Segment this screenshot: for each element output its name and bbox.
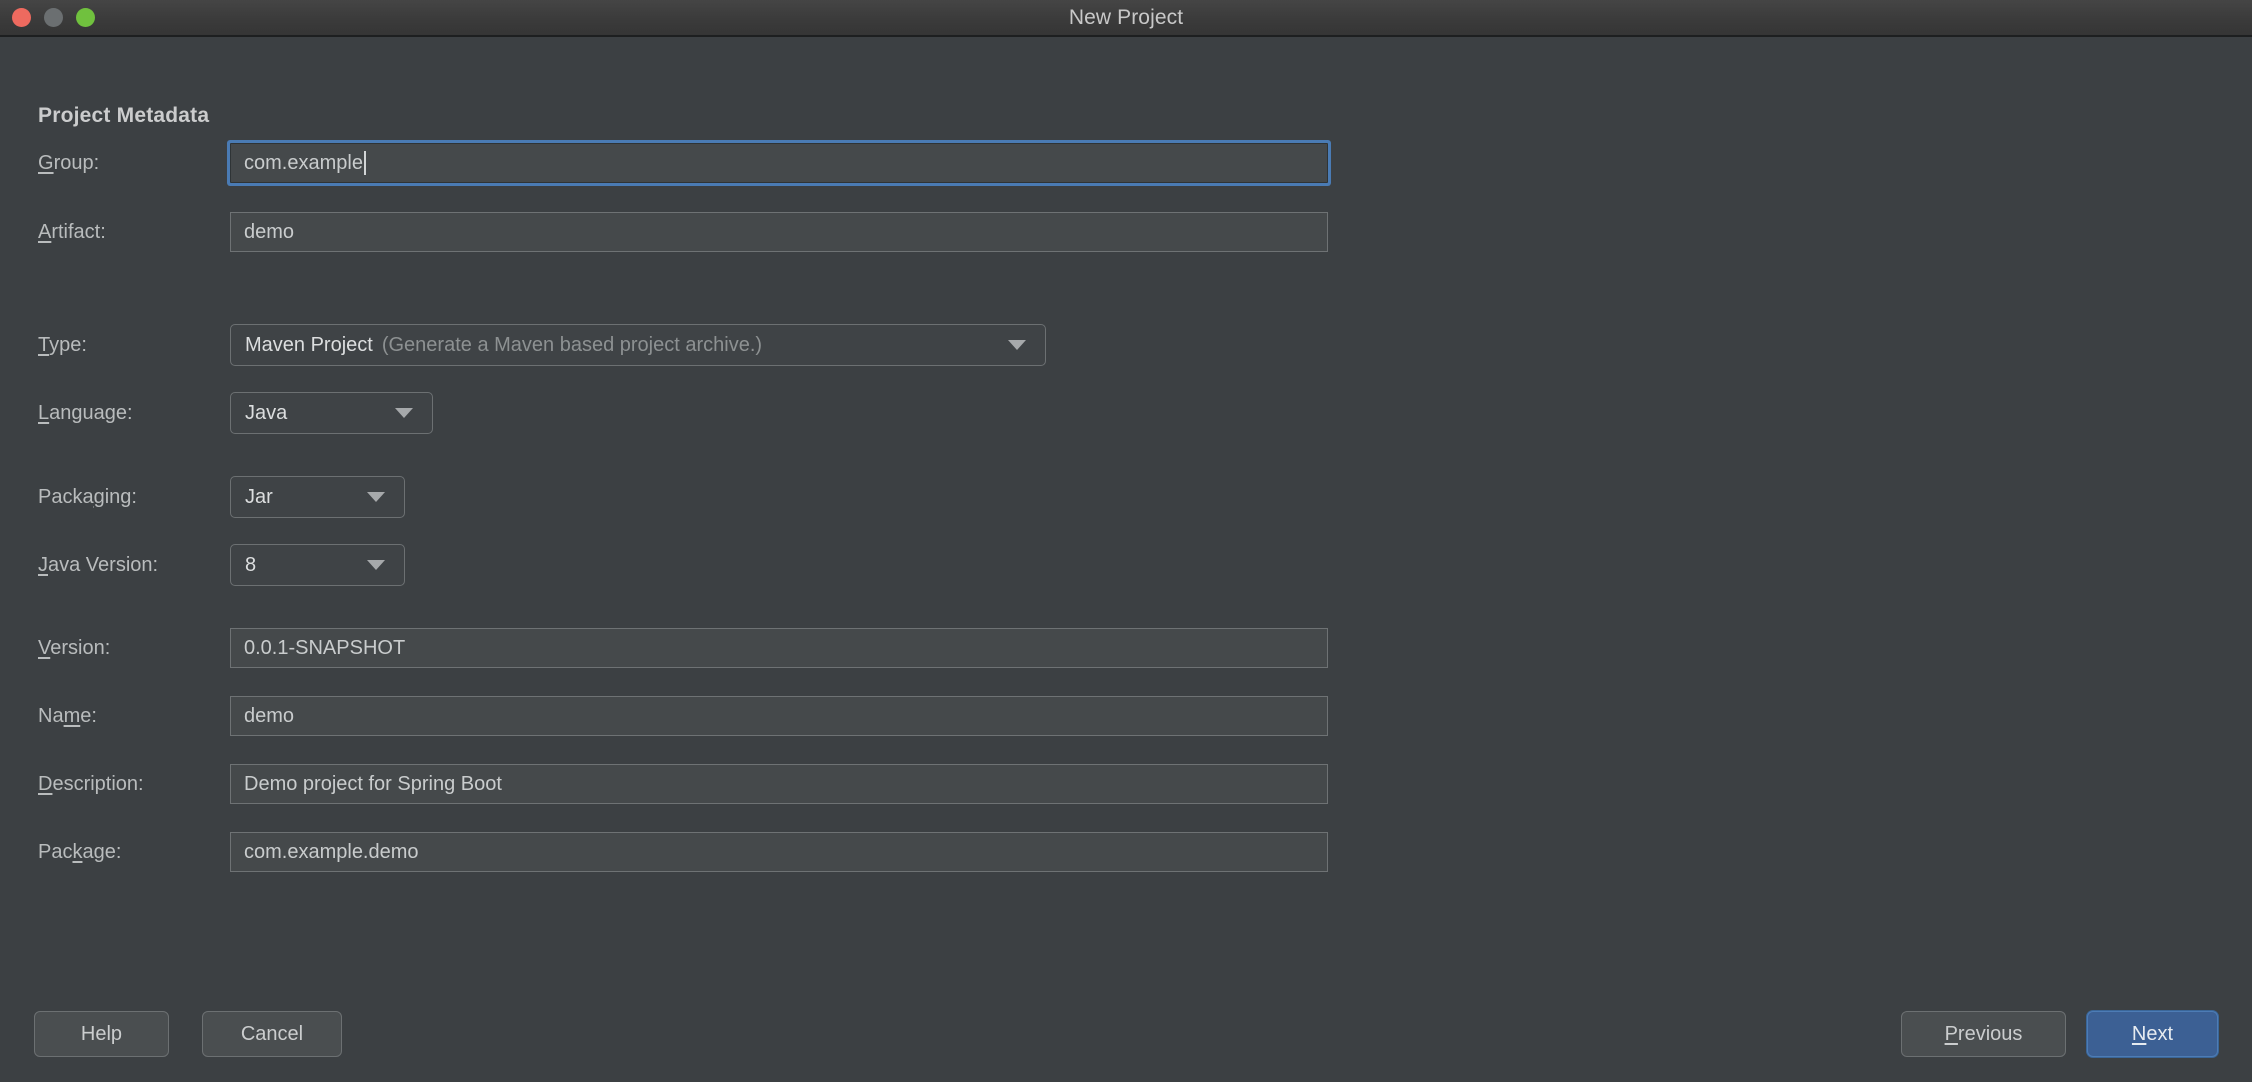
language-combobox[interactable]: Java — [230, 392, 433, 434]
maximize-button[interactable] — [76, 8, 95, 27]
close-button[interactable] — [12, 8, 31, 27]
package-input-value: com.example.demo — [244, 840, 419, 863]
name-label: Name: — [38, 705, 97, 727]
form-row-name: Name: demo — [0, 694, 2252, 738]
window-title: New Project — [1068, 5, 1184, 29]
version-input-value: 0.0.1-SNAPSHOT — [244, 636, 406, 659]
artifact-input[interactable]: demo — [230, 212, 1328, 252]
type-value: Maven Project — [245, 333, 373, 356]
form-row-package: Package: com.example.demo — [0, 830, 2252, 874]
new-project-dialog: New Project Project Metadata Group: com.… — [0, 0, 2252, 1082]
description-input-value: Demo project for Spring Boot — [244, 772, 502, 795]
name-input[interactable]: demo — [230, 696, 1328, 736]
previous-button-label: Previous — [1944, 1022, 2023, 1045]
artifact-label: Artifact: — [38, 221, 106, 243]
form-row-packaging: Packaging: Jar — [0, 475, 2252, 519]
text-caret — [363, 151, 366, 175]
chevron-down-icon[interactable] — [1008, 340, 1026, 350]
help-button[interactable]: Help — [34, 1011, 169, 1057]
packaging-combobox[interactable]: Jar — [230, 476, 405, 518]
group-input-value: com.example — [244, 151, 363, 174]
language-value: Java — [245, 401, 288, 424]
next-button[interactable]: Next — [2087, 1011, 2218, 1057]
title-bar: New Project — [0, 0, 2252, 37]
type-combobox[interactable]: Maven Project (Generate a Maven based pr… — [230, 324, 1046, 366]
group-label: Group: — [38, 152, 100, 174]
package-input[interactable]: com.example.demo — [230, 832, 1328, 872]
type-label: Type: — [38, 334, 87, 356]
previous-button[interactable]: Previous — [1901, 1011, 2066, 1057]
java-version-value: 8 — [245, 553, 257, 576]
window-controls — [12, 0, 95, 35]
version-label: Version: — [38, 637, 111, 659]
type-hint: (Generate a Maven based project archive.… — [381, 333, 763, 356]
packaging-value: Jar — [245, 485, 273, 508]
description-input[interactable]: Demo project for Spring Boot — [230, 764, 1328, 804]
package-label: Package: — [38, 841, 122, 863]
form-row-language: Language: Java — [0, 391, 2252, 435]
java-version-combobox[interactable]: 8 — [230, 544, 405, 586]
form-row-type: Type: Maven Project (Generate a Maven ba… — [0, 323, 2252, 367]
minimize-button[interactable] — [44, 8, 63, 27]
form-row-version: Version: 0.0.1-SNAPSHOT — [0, 626, 2252, 670]
form-row-description: Description: Demo project for Spring Boo… — [0, 762, 2252, 806]
description-label: Description: — [38, 773, 144, 795]
packaging-label: Packaging: — [38, 486, 137, 508]
chevron-down-icon[interactable] — [367, 560, 385, 570]
language-label: Language: — [38, 402, 133, 424]
next-button-label: Next — [2131, 1022, 2174, 1045]
cancel-button[interactable]: Cancel — [202, 1011, 342, 1057]
form-row-java-version: Java Version: 8 — [0, 543, 2252, 587]
form-row-group: Group: com.example — [0, 141, 2252, 185]
name-input-value: demo — [244, 704, 295, 727]
chevron-down-icon[interactable] — [367, 492, 385, 502]
chevron-down-icon[interactable] — [395, 408, 413, 418]
version-input[interactable]: 0.0.1-SNAPSHOT — [230, 628, 1328, 668]
form-row-artifact: Artifact: demo — [0, 210, 2252, 254]
java-version-label: Java Version: — [38, 554, 159, 576]
dialog-body: Project Metadata Group: com.example Arti… — [0, 37, 2252, 1082]
group-input[interactable]: com.example — [230, 143, 1328, 183]
artifact-input-value: demo — [244, 220, 295, 243]
section-title: Project Metadata — [38, 104, 210, 127]
